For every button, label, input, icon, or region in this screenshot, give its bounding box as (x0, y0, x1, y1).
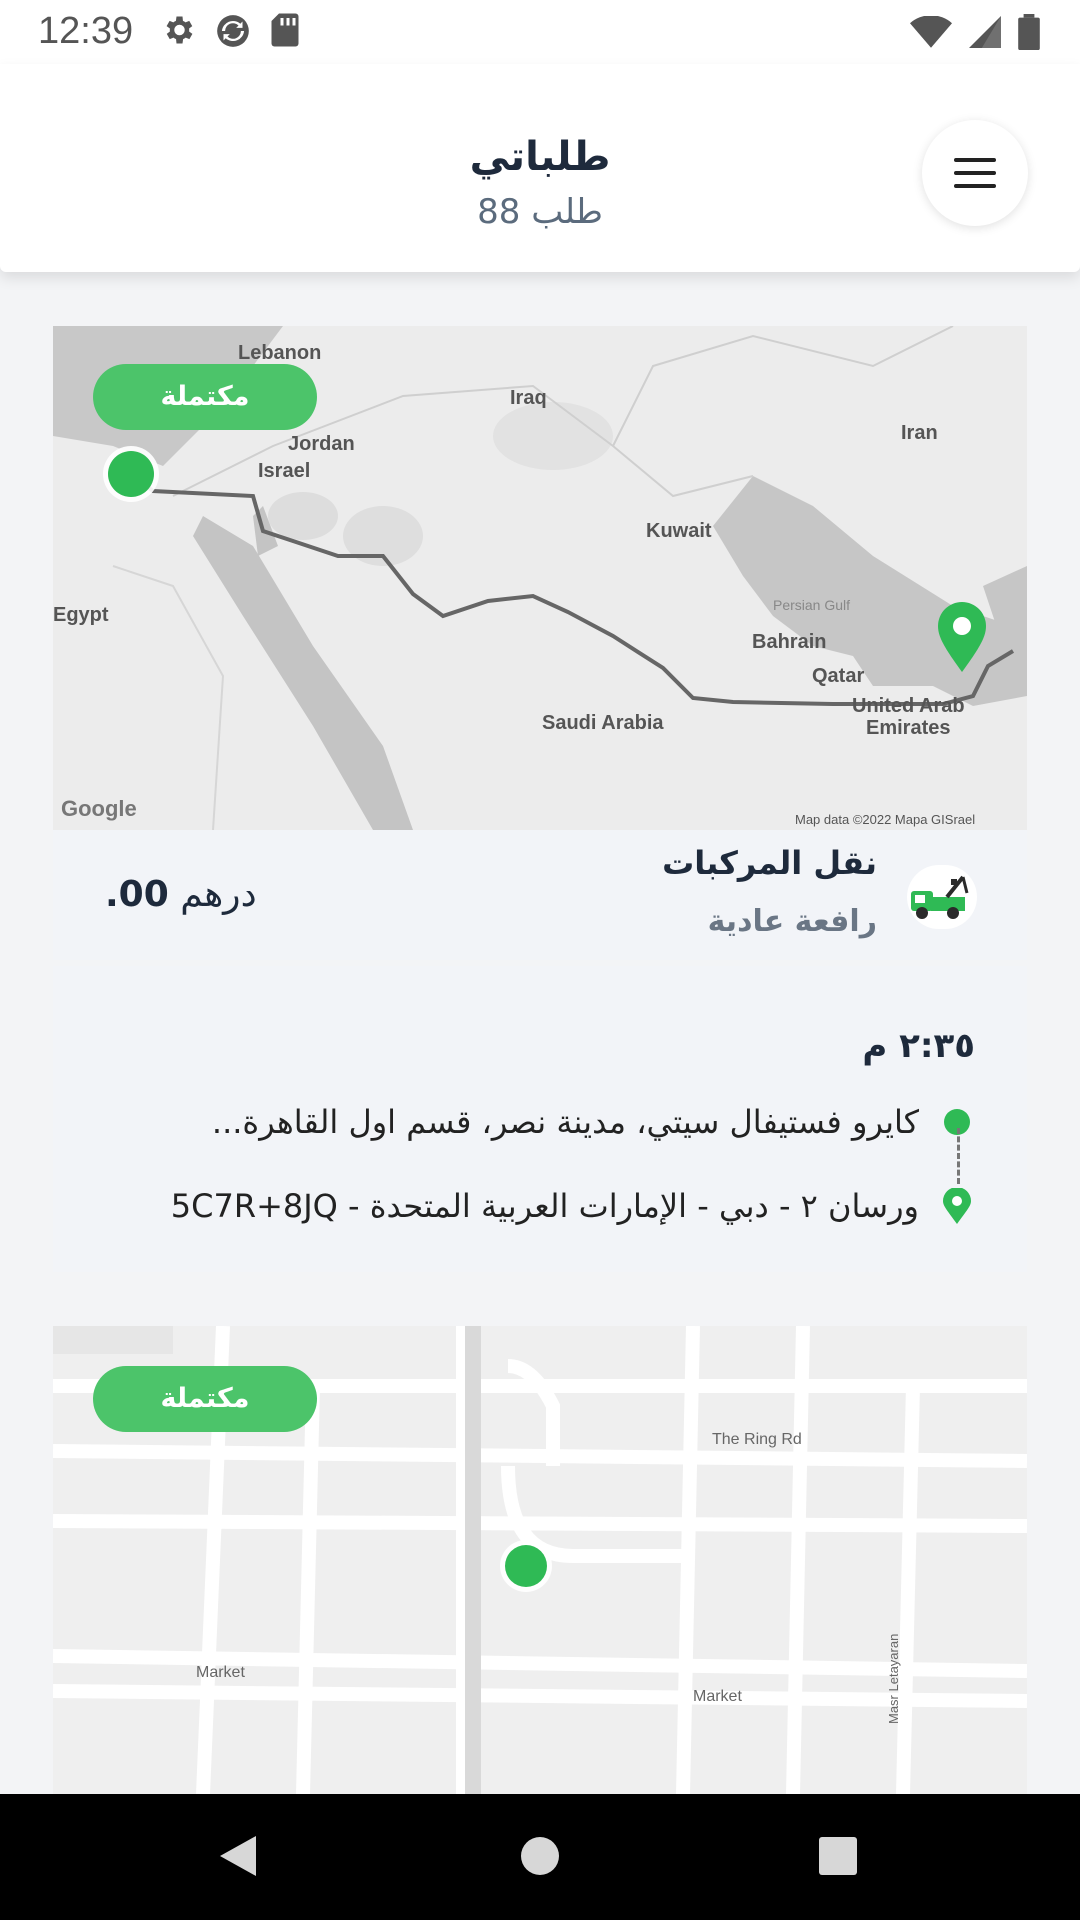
system-nav-bar (0, 1794, 1080, 1920)
service-name: نقل المركبات (662, 844, 877, 882)
page-title: طلباتي (469, 134, 611, 180)
map-label: Masr Letayaran (886, 1634, 901, 1724)
recents-icon[interactable] (818, 1836, 858, 1876)
pickup-address: كايرو فستيفال سيتي، مدينة نصر، قسم اول ا… (211, 1103, 919, 1141)
signal-icon (969, 16, 1001, 48)
order-service-row[interactable]: .00 درهم نقل المركبات رافعة عادية (53, 830, 1027, 960)
app-header: طلباتي 88 طلب (0, 64, 1080, 272)
map-label: Persian Gulf (773, 597, 850, 613)
dropoff-pin-icon (943, 1188, 971, 1224)
map-label: Qatar (812, 665, 864, 687)
tow-truck-icon (907, 865, 977, 929)
map-attribution: Map data ©2022 Mapa GISrael (795, 812, 975, 827)
map-label: Kuwait (646, 520, 712, 542)
map-label: Emirates (866, 717, 951, 739)
order-details[interactable]: ٢:٣٥ م كايرو فستيفال سيتي، مدينة نصر، قس… (53, 966, 1027, 1272)
price-currency: درهم (180, 874, 257, 915)
battery-icon (1018, 14, 1040, 50)
map-label: The Ring Rd (712, 1431, 802, 1448)
sync-icon (217, 15, 249, 47)
map-label: Market (693, 1688, 742, 1705)
home-icon[interactable] (520, 1836, 560, 1876)
map-label: Egypt (53, 604, 109, 626)
order-time: ٢:٣٥ م (862, 1026, 975, 1066)
map-label: Iran (901, 422, 938, 444)
back-icon[interactable] (218, 1834, 258, 1878)
pickup-map-marker (108, 451, 154, 497)
route-connector (957, 1128, 960, 1184)
map-label: Israel (258, 460, 310, 482)
pickup-map-marker (505, 1545, 547, 1587)
price-value: .00 (105, 874, 169, 915)
status-badge: مكتملة (93, 364, 317, 430)
sd-card-icon (271, 13, 299, 47)
menu-button[interactable] (922, 120, 1028, 226)
orders-count: 88 طلب (477, 192, 603, 232)
status-badge: مكتملة (93, 1366, 317, 1432)
settings-icon (166, 16, 193, 44)
order-map[interactable]: Lebanon Iraq Jordan Israel Iran Kuwait E… (53, 326, 1027, 830)
map-label: Saudi Arabia (542, 712, 664, 734)
dropoff-address: ورسان ٢ - دبي - الإمارات العربية المتحدة… (170, 1187, 919, 1225)
menu-icon (954, 158, 996, 162)
status-bar: 12:39 (0, 0, 1080, 64)
wifi-icon (910, 16, 952, 48)
map-label: Iraq (510, 387, 547, 409)
order-map[interactable]: The Ring Rd Market Market Masr Letayaran… (53, 1326, 1027, 1794)
map-label: Market (196, 1664, 245, 1681)
map-label: Bahrain (752, 631, 826, 653)
map-label: Jordan (288, 433, 355, 455)
vehicle-type: رافعة عادية (707, 904, 877, 939)
price: .00 درهم (105, 874, 257, 915)
google-logo: Google (61, 796, 137, 821)
map-label: United Arab (852, 695, 965, 717)
map-label: Lebanon (238, 342, 321, 364)
status-time: 12:39 (38, 10, 134, 52)
